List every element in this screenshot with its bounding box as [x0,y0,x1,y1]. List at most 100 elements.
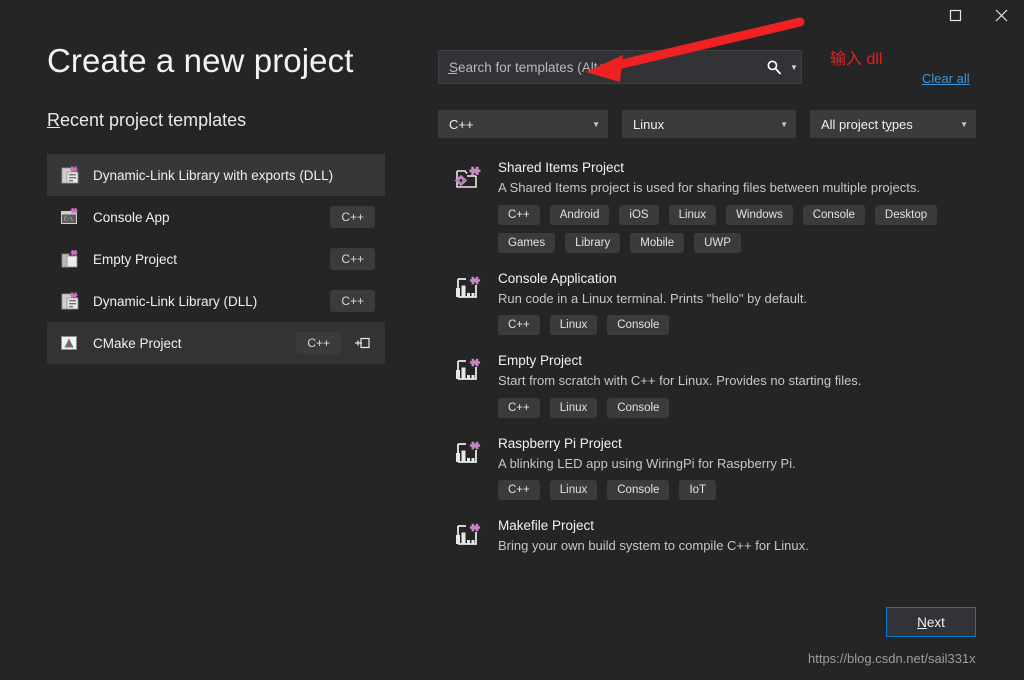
template-title: Empty Project [498,353,583,369]
template-title: Raspberry Pi Project [498,435,622,451]
console-application-icon [452,275,486,336]
recent-item-empty-project[interactable]: Empty Project C++ [47,238,385,280]
recent-templates-header: Recent project templates [47,110,246,131]
template-tag: Desktop [874,204,938,225]
template-item-raspberry-pi-project[interactable]: Raspberry Pi Project A blinking LED app … [438,434,1008,517]
search-row: ▼ [438,50,802,84]
console-application-icon [452,357,486,418]
template-item-makefile-project[interactable]: Makefile Project Bring your own build sy… [438,516,1008,579]
project-type-filter-value: All project types [821,116,913,132]
recent-header-accel: R [47,110,60,130]
template-tags: C++ Linux Console IoT [498,480,988,501]
template-tag: Library [565,232,621,253]
template-tag: Console [607,397,670,418]
chevron-down-icon: ▼ [780,119,788,129]
chevron-down-icon: ▼ [592,119,600,129]
template-item-console-application[interactable]: Console Application Run code in a Linux … [438,269,1008,352]
template-tag: IoT [679,480,717,501]
template-tag: Linux [549,315,598,336]
template-tag: iOS [619,204,659,225]
page-title: Create a new project [47,42,354,79]
template-description: Bring your own build system to compile C… [498,538,809,554]
chevron-down-icon[interactable]: ▼ [787,51,801,83]
template-tag: Console [802,204,865,225]
recent-item-label: Dynamic-Link Library with exports (DLL) [93,167,334,183]
template-title: Makefile Project [498,518,595,534]
template-tag: Games [498,232,556,253]
recent-item-label: CMake Project [93,335,182,351]
right-pane: ▼ 输入 dll Clear all C++ ▼ Linux ▼ All pro… [430,30,1024,680]
next-accel: N [917,614,927,630]
search-box[interactable]: ▼ [438,50,802,84]
console-application-icon [452,522,486,563]
recent-item-label: Empty Project [93,251,178,267]
project-type-filter-dropdown[interactable]: All project types ▼ [810,110,976,138]
template-tag: Linux [549,480,598,501]
template-tags: C++ Android iOS Linux Windows Console De… [498,204,988,253]
chevron-down-icon: ▼ [960,119,968,129]
left-pane: Create a new project Recent project temp… [0,30,430,680]
maximize-button[interactable] [932,0,978,30]
recent-item-dynamic-link-library[interactable]: Dynamic-Link Library (DLL) C++ [47,280,385,322]
template-list[interactable]: Shared Items Project A Shared Items proj… [438,158,1008,606]
template-title: Shared Items Project [498,160,625,175]
language-filter-dropdown[interactable]: C++ ▼ [438,110,608,138]
recent-item-label: Console App [93,209,170,225]
template-tag: C++ [498,315,540,336]
template-description: Run code in a Linux terminal. Prints "he… [498,290,808,306]
recent-item-dynamic-link-library-with-exports[interactable]: Dynamic-Link Library with exports (DLL) [47,154,385,196]
language-filter-value: C++ [449,116,474,132]
template-tag: Windows [726,204,793,225]
recent-project-templates-list: Dynamic-Link Library with exports (DLL) … [47,154,385,364]
template-item-empty-project[interactable]: Empty Project Start from scratch with C+… [438,351,1008,434]
next-rest: ext [926,614,945,630]
template-tag: Linux [668,204,717,225]
recent-item-cmake-project[interactable]: CMake Project C++ [47,322,385,364]
template-tag: Linux [549,397,598,418]
template-item-shared-items-project[interactable]: Shared Items Project A Shared Items proj… [438,158,1008,269]
template-description: A blinking LED app using WiringPi for Ra… [498,455,796,471]
template-body: Shared Items Project A Shared Items proj… [498,158,1008,253]
next-button[interactable]: Next [886,607,976,637]
create-new-project-dialog: Create a new project Recent project temp… [0,0,1024,680]
filters-row: C++ ▼ Linux ▼ All project types ▼ [438,110,1008,138]
template-tag: Mobile [630,232,685,253]
recent-item-badge: C++ [330,290,375,312]
search-icon[interactable] [761,51,787,83]
template-tag: C++ [498,397,540,418]
clear-all-link[interactable]: Clear all [922,71,970,86]
platform-filter-dropdown[interactable]: Linux ▼ [622,110,796,138]
template-body: Empty Project Start from scratch with C+… [498,351,1008,418]
cmake-project-icon [59,332,81,354]
console-app-icon: C:\ [59,206,81,228]
template-tag: Console [607,315,670,336]
template-description: A Shared Items project is used for shari… [498,180,920,195]
recent-item-badge: C++ [330,248,375,270]
platform-filter-value: Linux [633,116,665,132]
recent-item-badge: C++ [296,332,341,354]
recent-item-console-app[interactable]: C:\ Console App C++ [47,196,385,238]
template-title: Console Application [498,270,617,286]
pin-icon[interactable] [349,336,375,350]
template-tags: C++ Linux Console [498,315,988,336]
svg-text:C:\: C:\ [64,217,73,223]
search-input[interactable] [439,51,761,83]
template-body: Makefile Project Bring your own build sy… [498,516,1008,563]
recent-item-label: Dynamic-Link Library (DLL) [93,293,258,309]
shared-items-icon [452,164,486,253]
template-body: Console Application Run code in a Linux … [498,269,1008,336]
recent-item-badge: C++ [330,206,375,228]
annotation-text: 输入 dll [830,51,883,68]
template-tag: C++ [498,480,540,501]
console-application-icon [452,440,486,501]
template-body: Raspberry Pi Project A blinking LED app … [498,434,1008,501]
watermark: https://blog.csdn.net/sail331x [808,651,976,666]
template-tag: Console [607,480,670,501]
dll-project-icon [59,290,81,312]
dll-project-icon [59,164,81,186]
title-bar [0,0,1024,30]
recent-header-rest: ecent project templates [60,110,247,130]
empty-project-icon [59,248,81,270]
close-button[interactable] [978,0,1024,30]
template-tags: C++ Linux Console [498,397,988,418]
